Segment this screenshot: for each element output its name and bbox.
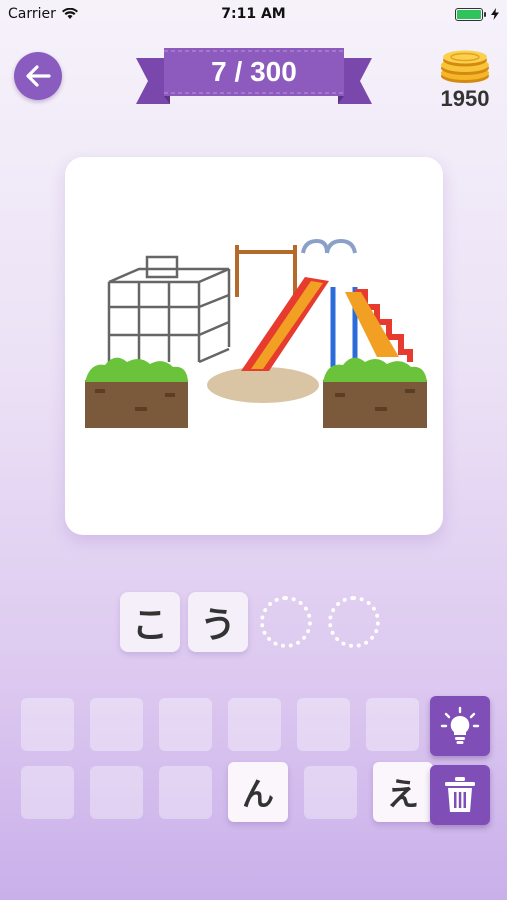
trash-icon xyxy=(445,777,475,812)
answer-slot-3[interactable] xyxy=(260,596,312,648)
level-ribbon: 7 / 300 xyxy=(136,48,372,108)
letter-key[interactable] xyxy=(21,698,74,751)
answer-slot-4[interactable] xyxy=(328,596,380,648)
level-progress: 7 / 300 xyxy=(211,56,297,87)
letter-key-e[interactable]: え xyxy=(373,762,433,822)
letter-key[interactable] xyxy=(159,766,212,819)
answer-slot-1[interactable]: こ xyxy=(120,592,180,652)
back-button[interactable] xyxy=(14,52,62,100)
back-arrow-icon xyxy=(26,65,51,87)
answer-slot-2[interactable]: う xyxy=(188,592,248,652)
letter-key[interactable] xyxy=(297,698,350,751)
hint-button[interactable] xyxy=(430,696,490,756)
letter-key-n[interactable]: ん xyxy=(228,762,288,822)
playground-illustration xyxy=(85,238,427,428)
wifi-icon xyxy=(61,8,78,19)
charging-icon xyxy=(491,8,499,20)
coins-display: 1950 xyxy=(435,46,495,112)
status-left: Carrier xyxy=(8,6,78,22)
delete-button[interactable] xyxy=(430,765,490,825)
letter-key[interactable] xyxy=(366,698,419,751)
puzzle-picture xyxy=(65,157,443,535)
carrier-label: Carrier xyxy=(8,6,56,22)
letter-key[interactable] xyxy=(304,766,357,819)
letter-keyboard: ん え xyxy=(21,698,433,837)
status-bar: Carrier 7:11 AM xyxy=(0,0,507,28)
lightbulb-icon xyxy=(440,706,480,744)
battery-icon xyxy=(455,7,486,21)
letter-key[interactable] xyxy=(21,766,74,819)
jungle-gym xyxy=(107,255,231,364)
status-right xyxy=(455,7,499,21)
key-row-2: ん え xyxy=(21,762,433,822)
letter-key[interactable] xyxy=(90,698,143,751)
letter-key[interactable] xyxy=(90,766,143,819)
coins-count: 1950 xyxy=(440,86,490,111)
answer-slots: こ う xyxy=(120,592,384,652)
key-row-1 xyxy=(21,698,433,751)
letter-key[interactable] xyxy=(228,698,281,751)
letter-key[interactable] xyxy=(159,698,212,751)
coins-icon xyxy=(441,50,489,83)
